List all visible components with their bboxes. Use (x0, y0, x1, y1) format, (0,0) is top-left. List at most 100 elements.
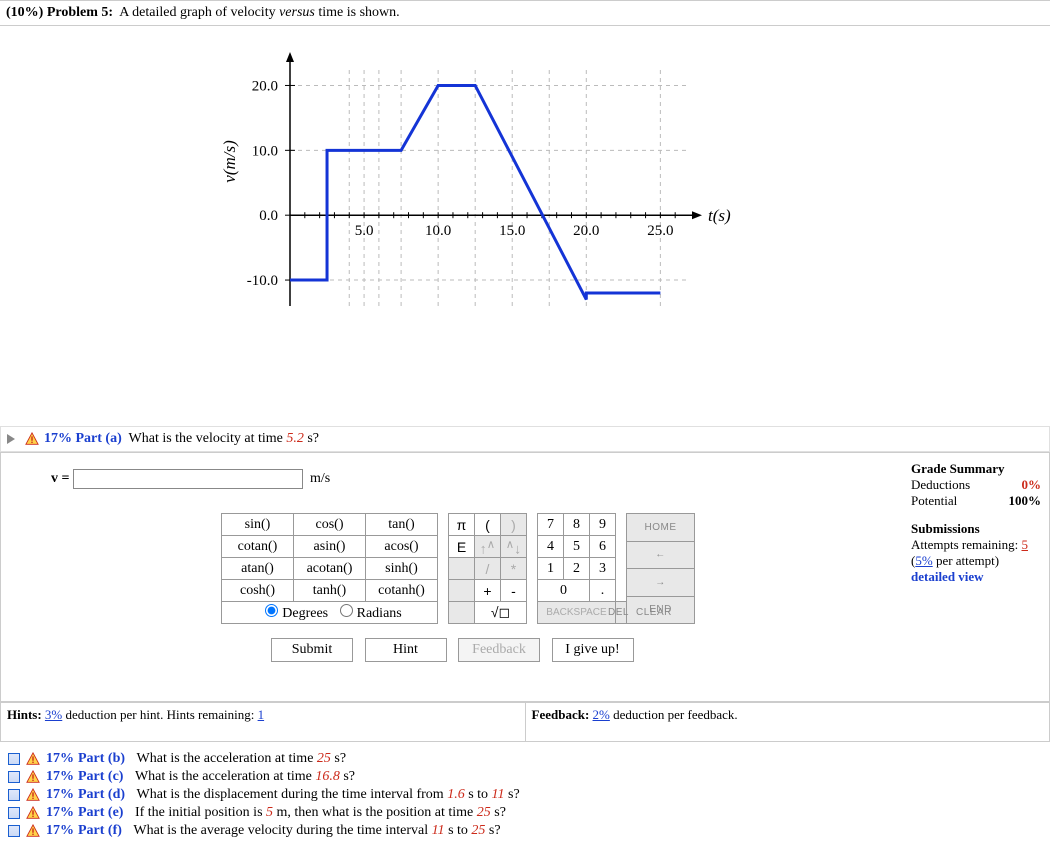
action-buttons: Submit Hint Feedback I give up! (271, 638, 1039, 662)
hints-pct: 3% (45, 707, 62, 722)
key-8[interactable]: 8 (564, 514, 590, 536)
key-backspace[interactable]: BACKSPACE (538, 602, 616, 624)
part-label: Part (d) (78, 787, 125, 803)
key-close-paren[interactable]: ) (501, 514, 527, 536)
expand-square-icon[interactable] (8, 753, 20, 765)
angle-mode-row: Degrees Radians (222, 602, 438, 624)
hints-mid: deduction per hint. Hints remaining: (62, 707, 257, 722)
potential-label: Potential (911, 493, 957, 509)
problem-header: (10%) Problem 5: A detailed graph of vel… (0, 0, 1050, 26)
part-question: If the initial position is 5 m, then wha… (135, 805, 506, 821)
part-a-label: Part (a) (76, 431, 122, 446)
hints-pre: Hints: (7, 707, 45, 722)
key-9[interactable]: 9 (590, 514, 616, 536)
hint-button[interactable]: Hint (365, 638, 447, 662)
svg-text:20.0: 20.0 (573, 223, 599, 239)
key-6[interactable]: 6 (590, 536, 616, 558)
feedback-pre: Feedback: (532, 707, 593, 722)
key-4[interactable]: 4 (538, 536, 564, 558)
key-7[interactable]: 7 (538, 514, 564, 536)
key-sqrt[interactable]: √◻ (475, 602, 527, 624)
key-power-down[interactable]: ∧↓ (501, 536, 527, 558)
key-acos[interactable]: acos() (366, 536, 438, 558)
answer-row: v = m/s (11, 463, 1039, 495)
expand-square-icon[interactable] (8, 771, 20, 783)
part-label: Part (f) (78, 823, 122, 839)
key-home[interactable]: HOME (627, 514, 695, 542)
expand-square-icon[interactable] (8, 807, 20, 819)
feedback-pct: 2% (593, 707, 610, 722)
other-parts-list: 17% Part (b) What is the acceleration at… (0, 742, 1050, 848)
key-pi[interactable]: π (449, 514, 475, 536)
svg-text:20.0: 20.0 (252, 78, 278, 94)
expand-square-icon[interactable] (8, 789, 20, 801)
key-sin[interactable]: sin() (222, 514, 294, 536)
giveup-button[interactable]: I give up! (552, 638, 634, 662)
key-e[interactable]: E (449, 536, 475, 558)
chart-svg: -10.00.010.020.05.010.015.020.025.0t(s)v… (210, 46, 740, 366)
key-2[interactable]: 2 (564, 558, 590, 580)
key-right[interactable]: → (627, 569, 695, 597)
deductions-label: Deductions (911, 477, 970, 493)
velocity-chart: -10.00.010.020.05.010.015.020.025.0t(s)v… (0, 26, 1050, 426)
key-blank1 (449, 558, 475, 580)
key-open-paren[interactable]: ( (475, 514, 501, 536)
part-label: Part (b) (78, 751, 125, 767)
key-3[interactable]: 3 (590, 558, 616, 580)
expand-icon[interactable] (7, 434, 15, 444)
number-keypad: 789 456 123 0. BACKSPACE (537, 513, 616, 624)
radians-radio[interactable] (340, 604, 353, 617)
hints-bar: Hints: 3% deduction per hint. Hints rema… (0, 702, 1050, 742)
symbol-keypad: π() E↑∧∧↓ /* +- √◻ (448, 513, 527, 624)
key-asin[interactable]: asin() (294, 536, 366, 558)
key-minus[interactable]: - (501, 580, 527, 602)
answer-input[interactable] (73, 469, 303, 489)
key-atan[interactable]: atan() (222, 558, 294, 580)
deductions-value: 0% (1022, 477, 1042, 493)
key-1[interactable]: 1 (538, 558, 564, 580)
feedback-post: deduction per feedback. (610, 707, 738, 722)
key-cosh[interactable]: cosh() (222, 580, 294, 602)
part-a-question-post: s? (304, 431, 319, 446)
part-question: What is the average velocity during the … (133, 823, 500, 839)
key-tanh[interactable]: tanh() (294, 580, 366, 602)
part-row[interactable]: 17% Part (c) What is the acceleration at… (8, 768, 1042, 786)
part-row[interactable]: 17% Part (f) What is the average velocit… (8, 822, 1042, 840)
key-0[interactable]: 0 (538, 580, 590, 602)
part-row[interactable]: 17% Part (b) What is the acceleration at… (8, 750, 1042, 768)
warning-icon (26, 752, 40, 766)
key-sinh[interactable]: sinh() (366, 558, 438, 580)
feedback-button[interactable]: Feedback (458, 638, 540, 662)
svg-text:15.0: 15.0 (499, 223, 525, 239)
attempts-label: Attempts remaining: (911, 537, 1018, 552)
key-cos[interactable]: cos() (294, 514, 366, 536)
problem-statement-italic: versus (279, 5, 315, 20)
answer-variable: v = (51, 471, 69, 486)
svg-text:v(m/s): v(m/s) (220, 140, 239, 183)
part-a-percent: 17% (44, 431, 72, 446)
key-acotan[interactable]: acotan() (294, 558, 366, 580)
part-label: Part (c) (78, 769, 123, 785)
part-question: What is the acceleration at time 25 s? (137, 751, 347, 767)
key-plus[interactable]: + (475, 580, 501, 602)
part-a-question-pre: What is the velocity at time (129, 431, 287, 446)
key-power-up[interactable]: ↑∧ (475, 536, 501, 558)
key-multiply[interactable]: * (501, 558, 527, 580)
answer-unit: m/s (310, 471, 330, 486)
key-divide[interactable]: / (475, 558, 501, 580)
key-left[interactable]: ← (627, 541, 695, 569)
key-cotan[interactable]: cotan() (222, 536, 294, 558)
detailed-view-link[interactable]: detailed view (911, 569, 984, 584)
submit-button[interactable]: Submit (271, 638, 353, 662)
key-5[interactable]: 5 (564, 536, 590, 558)
degrees-radio[interactable] (265, 604, 278, 617)
part-percent: 17% (46, 805, 74, 821)
key-tan[interactable]: tan() (366, 514, 438, 536)
key-cotanh[interactable]: cotanh() (366, 580, 438, 602)
per-attempt-post: per attempt) (933, 553, 999, 568)
part-row[interactable]: 17% Part (e) If the initial position is … (8, 804, 1042, 822)
part-row[interactable]: 17% Part (d) What is the displacement du… (8, 786, 1042, 804)
expand-square-icon[interactable] (8, 825, 20, 837)
key-dot[interactable]: . (590, 580, 616, 602)
part-label: Part (e) (78, 805, 123, 821)
